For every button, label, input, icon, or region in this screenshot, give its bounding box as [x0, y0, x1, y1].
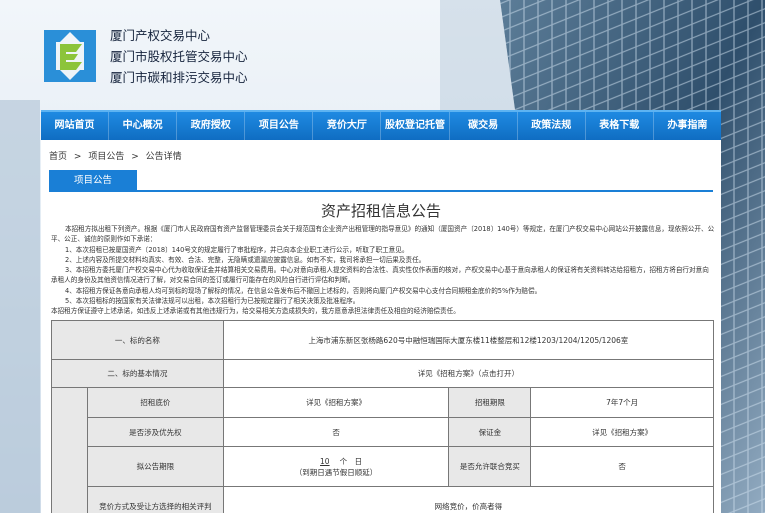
deposit-value[interactable]: 详见《招租方案》 [530, 417, 714, 447]
commitment-item: 2、上述内容及所提交材料均真实、有效、合法、完整，无隐瞒或遗漏应披露信息。如有不… [65, 255, 426, 264]
brand-name-3: 厦门市碳和排污交易中心 [110, 70, 248, 85]
nav-guide[interactable]: 办事指南 [654, 112, 721, 140]
joint-bid-label: 是否允许联合竞买 [448, 446, 532, 487]
commitment-item: 4、本招租方保证各意向承租人均可到标的现场了解标的情况，在信息公告发布后不撤回上… [65, 286, 542, 295]
commitment-item: 1、本次招租已按厦国资产〔2018〕140号文的规定履行了审批程序，并已向本企业… [65, 245, 409, 254]
nav-bidding-hall[interactable]: 竞价大厅 [313, 112, 382, 140]
bid-method-value: 网络竞价，价高者得 [222, 486, 715, 513]
priority-right-value: 否 [222, 417, 450, 447]
brand-name-1: 厦门产权交易中心 [110, 28, 211, 43]
asset-name-value: 上海市浦东新区张杨路620号中融恒瑞国际大厦东楼11楼整层和12楼1203/12… [222, 320, 715, 360]
table-row: 二、标的基本情况 详见《招租方案》（点击打开） [51, 359, 715, 388]
notice-intro: 本招租方拟出租下列资产。根据《厦门市人民政府国有资产监督管理委员会关于规范国有企… [51, 225, 715, 244]
section-tab: 项目公告 [49, 170, 137, 192]
notice-closing: 本招租方保证遵守上述承诺，如违反上述承诺或有其他违规行为，给交易相关方造成损失的… [51, 307, 460, 316]
brand-name-2: 厦门市股权托管交易中心 [110, 49, 248, 64]
reserve-price-label: 招租底价 [86, 387, 224, 418]
asset-name-label: 一、标的名称 [51, 320, 224, 360]
section-header: 项目公告 [49, 170, 713, 192]
table-row: 拟公告期限 10 个 日 （到期日遇节假日顺延） 是否允许联合竞买 否 [52, 446, 714, 487]
nav-about[interactable]: 中心概况 [109, 112, 178, 140]
content-panel: 首页 > 项目公告 > 公告详情 项目公告 资产招租信息公告 本招租方拟出租下列… [41, 140, 721, 513]
priority-right-label: 是否涉及优先权 [86, 417, 224, 447]
asset-info-table: 一、标的名称 上海市浦东新区张杨路620号中融恒瑞国际大厦东楼11楼整层和12楼… [51, 320, 715, 513]
nav-announcements[interactable]: 项目公告 [245, 112, 314, 140]
commitment-item: 5、本次招租标的按国家有关法律法规可以出租，本次招租行为已按规定履行了相关决策及… [65, 297, 360, 306]
notice-period-note: （到期日遇节假日顺延） [294, 467, 378, 477]
breadcrumb-current: 公告详情 [145, 152, 182, 162]
deposit-label: 保证金 [448, 417, 532, 447]
joint-bid-value: 否 [530, 446, 714, 487]
nav-home[interactable]: 网站首页 [41, 112, 110, 140]
notice-period-value: 10 个 日 （到期日遇节假日顺延） [222, 446, 450, 487]
bid-method-label: 竞价方式及受让方选择的相关评判 [86, 486, 224, 513]
table-row: 三、 招租底价 详见《招租方案》 招租期限 7年7个月 [51, 387, 714, 513]
notice-period-days: 10 [320, 456, 330, 466]
notice-period-unit: 个 日 [339, 456, 363, 466]
site-header: 厦门产权交易中心 厦门市股权托管交易中心 厦门市碳和排污交易中心 [0, 0, 765, 108]
asset-basic-label: 二、标的基本情况 [51, 359, 224, 388]
breadcrumb: 首页 > 项目公告 > 公告详情 [49, 149, 186, 162]
notice-body: 本招租方拟出租下列资产。根据《厦门市人民政府国有资产监督管理委员会关于规范国有企… [51, 224, 715, 317]
nav-authorization[interactable]: 政府授权 [177, 112, 246, 140]
section-three-label: 三、 [51, 387, 88, 513]
table-row: 是否涉及优先权 否 保证金 详见《招租方案》 [52, 417, 714, 447]
rental-plan-link[interactable]: 详见《招租方案》（点击打开） [222, 359, 715, 388]
brand-names: 厦门产权交易中心 厦门市股权托管交易中心 厦门市碳和排污交易中心 [110, 25, 248, 88]
nav-carbon-trading[interactable]: 碳交易 [450, 112, 518, 140]
notice-title: 资产招租信息公告 [320, 202, 441, 220]
notice-period-label: 拟公告期限 [86, 446, 224, 487]
commitment-item: 3、本招租方委托厦门产权交易中心代为收取保证金并结算相关交易费用。中心对意向承租… [51, 266, 709, 285]
reserve-price-value[interactable]: 详见《招租方案》 [222, 387, 450, 418]
table-row: 竞价方式及受让方选择的相关评判 网络竞价，价高者得 [52, 486, 715, 513]
lease-term-value: 7年7个月 [530, 387, 714, 418]
breadcrumb-separator: > [131, 152, 139, 162]
nav-equity-custody[interactable]: 股权登记托管 [381, 112, 450, 140]
nav-policies[interactable]: 政策法规 [518, 112, 586, 140]
lease-term-label: 招租期限 [448, 387, 532, 418]
breadcrumb-announcements[interactable]: 项目公告 [88, 152, 124, 162]
logo-icon[interactable] [40, 26, 100, 86]
breadcrumb-separator: > [73, 152, 82, 162]
main-nav: 网站首页 中心概况 政府授权 项目公告 竞价大厅 股权登记托管 碳交易 政策法规… [41, 110, 721, 140]
nav-forms-download[interactable]: 表格下载 [586, 112, 654, 140]
table-row: 一、标的名称 上海市浦东新区张杨路620号中融恒瑞国际大厦东楼11楼整层和12楼… [51, 320, 715, 360]
breadcrumb-home[interactable]: 首页 [49, 152, 67, 162]
